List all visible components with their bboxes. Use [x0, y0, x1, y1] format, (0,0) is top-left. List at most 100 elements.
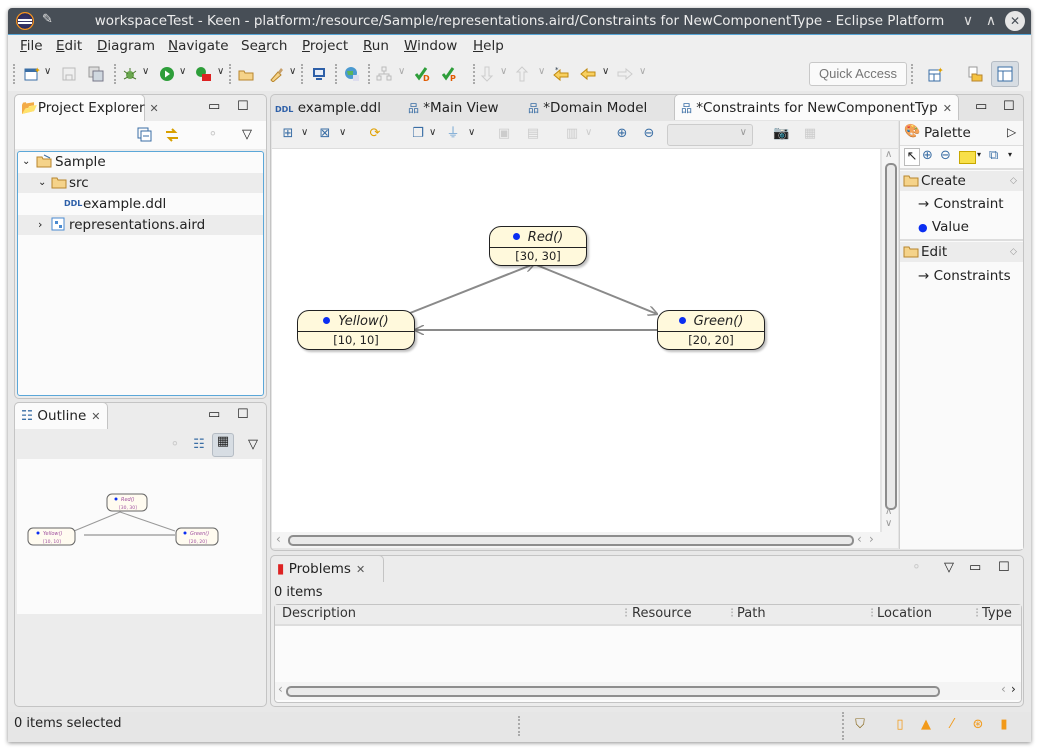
menu-project[interactable]: Project — [302, 38, 348, 54]
close-tab-icon[interactable]: ✕ — [356, 563, 365, 576]
tree-item-sample[interactable]: ⌄ Sample — [18, 152, 263, 172]
tab-example-ddl[interactable]: DDL example.ddl — [275, 95, 381, 121]
column-divider[interactable]: ⁝ — [870, 605, 874, 623]
vertical-scrollbar[interactable]: ∧ ∧ ∨ — [882, 149, 898, 532]
link-with-editor-icon[interactable] — [164, 127, 180, 143]
collapse-chevron-icon[interactable]: › — [38, 215, 42, 235]
map-icon[interactable]: ▯ — [892, 717, 908, 733]
view-menu-icon[interactable]: ▽ — [944, 560, 954, 575]
zoom-out-tool-icon[interactable]: ⊖ — [940, 148, 951, 163]
palette-item-constraint[interactable]: → Constraint — [918, 194, 1004, 214]
run-dropdown-chevron-icon[interactable]: ∨ — [179, 66, 186, 77]
horizontal-scroll-thumb[interactable] — [288, 535, 854, 546]
select-dropdown-chevron-icon[interactable]: ∨ — [339, 127, 346, 138]
scroll-left-icon[interactable]: ‹ — [276, 532, 281, 546]
diagram-node-red[interactable]: Red() [30, 30] — [489, 226, 587, 266]
run-icon[interactable] — [159, 66, 175, 82]
last-edit-icon[interactable]: * — [553, 66, 569, 82]
run-external-icon[interactable] — [195, 66, 211, 82]
link-tool-icon[interactable]: ⧉ — [989, 148, 998, 163]
view-menu-icon[interactable]: ▽ — [239, 127, 255, 143]
maximize-icon[interactable]: ☐ — [1003, 99, 1015, 114]
tree-item-representations-aird[interactable]: › representations.aird — [18, 215, 263, 235]
minimize-icon[interactable]: ▭ — [208, 407, 220, 422]
note-dropdown-icon[interactable]: ▾ — [977, 150, 981, 159]
zoom-out-icon[interactable]: ⊖ — [641, 126, 657, 142]
maximize-icon[interactable]: ☐ — [237, 99, 249, 114]
maximize-icon[interactable]: ☐ — [998, 560, 1010, 575]
expand-chevron-icon[interactable]: ⌄ — [22, 152, 30, 172]
column-divider[interactable]: ⁝ — [624, 605, 628, 623]
tab-outline[interactable]: ☷ Outline ✕ — [14, 402, 108, 429]
camera-icon[interactable]: 📷 — [773, 126, 789, 142]
debug-dropdown-chevron-icon[interactable]: ∨ — [142, 66, 149, 77]
collapse-all-icon[interactable] — [137, 127, 153, 143]
zoom-in-icon[interactable]: ⊕ — [614, 126, 630, 142]
filter-dropdown-chevron-icon[interactable]: ∨ — [468, 127, 475, 138]
diagram-node-yellow[interactable]: Yellow() [10, 10] — [297, 310, 415, 350]
external-dropdown-chevron-icon[interactable]: ∨ — [217, 66, 224, 77]
link-dropdown-icon[interactable]: ▾ — [1008, 150, 1012, 159]
column-location[interactable]: Location — [877, 605, 932, 623]
debug-icon[interactable] — [122, 66, 138, 82]
column-divider[interactable]: ⁝ — [730, 605, 734, 623]
column-path[interactable]: Path — [737, 605, 766, 623]
validate-p-icon[interactable]: P — [441, 66, 458, 83]
refresh-icon[interactable]: ⟳ — [367, 126, 383, 142]
layers-dropdown-chevron-icon[interactable]: ∨ — [429, 127, 436, 138]
resource-perspective-icon[interactable] — [967, 66, 983, 82]
pin-group-icon[interactable]: ◇ — [1010, 171, 1017, 191]
minimize-icon[interactable]: ▭ — [208, 99, 220, 114]
marketplace-icon[interactable]: ▮ — [996, 717, 1012, 733]
tab-problems[interactable]: ▮ Problems ✕ — [270, 555, 384, 582]
menu-window[interactable]: Window — [404, 38, 457, 54]
scroll-left-icon[interactable]: ‹ — [278, 682, 283, 696]
tab-constraints[interactable]: 品 *Constraints for NewComponentTyp ✕ — [674, 94, 959, 120]
horizontal-scrollbar[interactable]: ‹ ‹ › — [272, 532, 898, 548]
select-all-icon[interactable]: ⊠ — [317, 126, 333, 142]
new-icon[interactable]: ✦ — [24, 66, 41, 82]
search-brush-icon[interactable] — [268, 66, 284, 83]
tree-item-example-ddl[interactable]: DDL example.ddl — [18, 194, 263, 214]
diagram-node-green[interactable]: Green() [20, 20] — [657, 310, 765, 350]
scroll-right-icon[interactable]: › — [869, 532, 874, 546]
column-resource[interactable]: Resource — [632, 605, 692, 623]
tutorial-icon[interactable]: ▲ — [918, 717, 934, 733]
scroll-down-icon[interactable]: ∨ — [885, 518, 892, 529]
scroll-right-icon[interactable]: › — [1011, 682, 1016, 696]
edge-red-to-green[interactable] — [533, 263, 657, 314]
minimize-icon[interactable]: ▭ — [975, 99, 987, 114]
menu-diagram[interactable]: Diagram — [97, 38, 155, 54]
outline-overview[interactable]: Red() [30, 30] Yellow() [10, 10] Green() [2… — [17, 459, 262, 614]
note-tool-icon[interactable] — [959, 151, 976, 164]
minimize-window-button[interactable]: ∨ — [958, 11, 978, 31]
maximize-window-button[interactable]: ∧ — [981, 11, 1001, 31]
column-type[interactable]: Type — [982, 605, 1012, 623]
validate-d-icon[interactable]: D — [414, 66, 431, 83]
menu-navigate[interactable]: Navigate — [168, 38, 229, 54]
tree-view-icon[interactable]: ☷ — [191, 437, 207, 453]
palette-group-create[interactable]: Create ◇ — [900, 171, 1023, 191]
vertical-scroll-thumb[interactable] — [885, 163, 897, 510]
close-tab-icon[interactable]: ✕ — [91, 410, 100, 423]
tree-item-src[interactable]: ⌄ src — [18, 173, 263, 193]
quick-access-input[interactable] — [809, 62, 907, 86]
minimize-icon[interactable]: ▭ — [969, 560, 981, 575]
collapse-palette-icon[interactable]: ▷ — [1007, 125, 1016, 139]
view-menu-icon[interactable]: ▽ — [245, 437, 261, 453]
expand-chevron-icon[interactable]: ⌄ — [38, 173, 46, 193]
close-tab-icon[interactable]: ✕ — [943, 102, 952, 115]
select-tool-icon[interactable]: ↖ — [904, 148, 920, 166]
new-dropdown-chevron-icon[interactable]: ∨ — [44, 66, 51, 77]
back-icon[interactable] — [580, 66, 596, 82]
maximize-icon[interactable]: ☐ — [237, 407, 249, 422]
diagram-canvas[interactable]: Red() [30, 30] Yellow() [10, 10] Green()… — [272, 149, 880, 532]
edge-yellow-to-red[interactable] — [404, 264, 534, 316]
column-description[interactable]: Description — [282, 605, 356, 623]
scroll-up-icon[interactable]: ∧ — [885, 506, 892, 517]
close-window-button[interactable]: ✕ — [1005, 11, 1025, 31]
wand-icon[interactable]: ⁄ — [944, 717, 960, 733]
scroll-left-icon[interactable]: ‹ — [1001, 682, 1006, 696]
tab-domain-model[interactable]: 品 *Domain Model — [528, 95, 647, 121]
palette-group-edit[interactable]: Edit ◇ — [900, 242, 1023, 262]
